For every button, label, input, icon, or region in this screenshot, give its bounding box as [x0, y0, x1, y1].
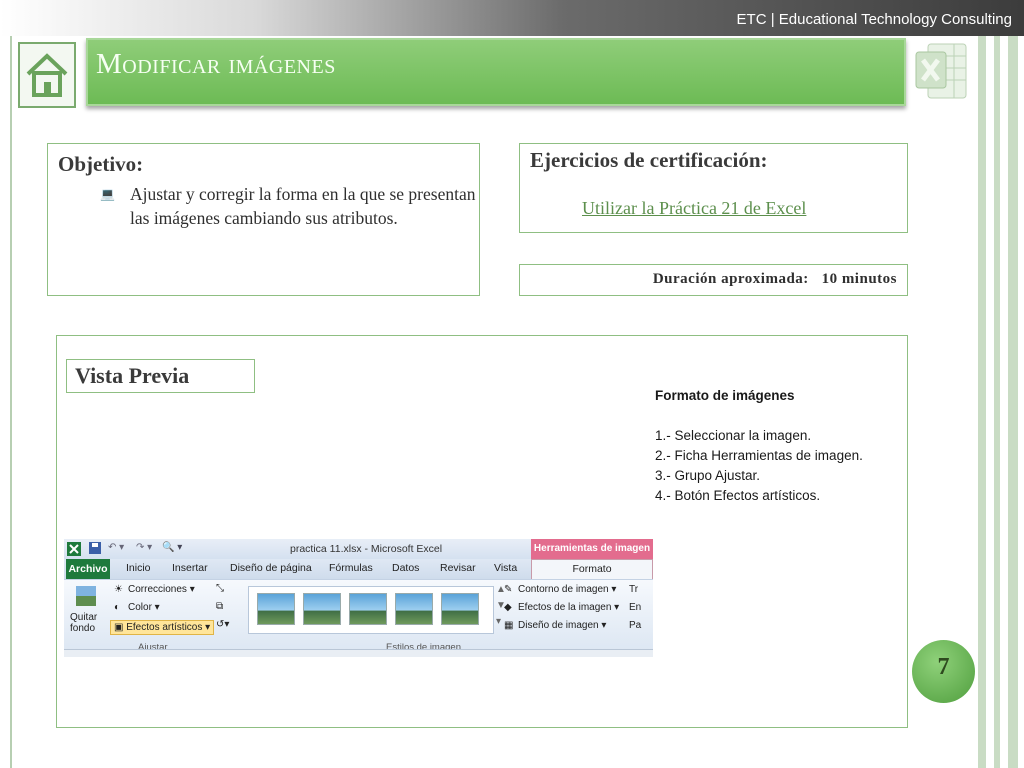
tab-formato[interactable]: Formato	[531, 559, 653, 579]
left-rule	[10, 36, 12, 768]
duration-value: 10 minutos	[821, 271, 897, 287]
picture-layout-button[interactable]: Diseño de imagen ▾	[518, 620, 606, 631]
redo-icon[interactable]: ↷ ▾	[136, 542, 152, 553]
save-icon[interactable]	[89, 542, 101, 554]
step-item: 1.- Seleccionar la imagen.	[655, 428, 812, 443]
steps-heading: Formato de imágenes	[655, 388, 795, 403]
compress-icon[interactable]: ⤡	[216, 583, 224, 594]
step-item: 2.- Ficha Herramientas de imagen.	[655, 448, 863, 463]
picture-tools-label: Herramientas de imagen	[531, 539, 653, 559]
arrange-item[interactable]: Tr	[629, 584, 638, 595]
artistic-effects-icon: ▣	[114, 622, 127, 633]
exercises-heading: Ejercicios de certificación:	[530, 148, 768, 172]
style-thumbnail[interactable]	[257, 593, 295, 625]
tab-formulas[interactable]: Fórmulas	[329, 562, 373, 574]
remove-background-button[interactable]: Quitar fondo	[70, 612, 102, 634]
undo-icon[interactable]: ↶ ▾	[108, 542, 124, 553]
right-strip	[978, 36, 986, 768]
picture-effects-icon: ◆	[504, 602, 512, 613]
picture-effects-button[interactable]: Efectos de la imagen ▾	[518, 602, 619, 613]
tab-diseno-pagina[interactable]: Diseño de página	[230, 562, 312, 574]
tab-vista[interactable]: Vista	[494, 562, 517, 574]
picture-styles-gallery[interactable]	[248, 586, 494, 634]
excel-ribbon-screenshot: ↶ ▾ ↷ ▾ 🔍 ▾ practica 11.xlsx - Microsoft…	[64, 539, 653, 657]
print-preview-icon[interactable]: 🔍 ▾	[162, 542, 182, 553]
exercises-box: Ejercicios de certificación: Utilizar la…	[519, 143, 908, 233]
duration-text: Duración aproximada: 10 minutos	[653, 271, 897, 288]
preview-title: Vista Previa	[66, 359, 255, 393]
right-strip	[1008, 36, 1018, 768]
steps-panel: Formato de imágenes 1.- Seleccionar la i…	[655, 386, 900, 506]
remove-background-icon[interactable]	[74, 584, 98, 608]
page-number-badge: 7	[912, 640, 975, 703]
style-thumbnail[interactable]	[395, 593, 433, 625]
style-thumbnail[interactable]	[303, 593, 341, 625]
excel-logo-icon	[915, 43, 967, 99]
style-thumbnail[interactable]	[441, 593, 479, 625]
objective-heading: Objetivo:	[58, 152, 144, 176]
tab-datos[interactable]: Datos	[392, 562, 419, 574]
gallery-more-icon[interactable]: ▾	[496, 616, 501, 627]
home-button[interactable]	[18, 42, 76, 108]
artistic-effects-label: Efectos artísticos ▾	[126, 622, 211, 633]
tab-inicio[interactable]: Inicio	[126, 562, 151, 574]
ribbon-body: Quitar fondo ☀ Correcciones ▾ ◐ Color ▾ …	[64, 579, 653, 653]
step-item: 4.- Botón Efectos artísticos.	[655, 488, 821, 503]
objective-box: Objetivo: 💻 Ajustar y corregir la forma …	[47, 143, 480, 296]
window-title: practica 11.xlsx - Microsoft Excel	[290, 543, 443, 555]
top-banner: ETC | Educational Technology Consulting	[0, 0, 1024, 36]
corrections-button[interactable]: Correcciones ▾	[128, 584, 195, 595]
step-item: 3.- Grupo Ajustar.	[655, 468, 761, 483]
duration-label: Duración aproximada:	[652, 271, 809, 287]
arrange-item[interactable]: Pa	[629, 620, 641, 631]
tab-insertar[interactable]: Insertar	[172, 562, 208, 574]
change-picture-icon[interactable]: ⧉	[216, 601, 223, 612]
home-icon	[26, 53, 68, 97]
reset-picture-icon[interactable]: ↺▾	[216, 619, 229, 630]
tab-revisar[interactable]: Revisar	[440, 562, 476, 574]
page-number: 7	[937, 654, 950, 680]
style-thumbnail[interactable]	[349, 593, 387, 625]
sun-icon: ☀	[114, 584, 123, 595]
artistic-effects-button[interactable]: ▣ Efectos artísticos ▾	[110, 620, 215, 635]
palette-icon: ◐	[114, 602, 121, 613]
exercise-link[interactable]: Utilizar la Práctica 21 de Excel	[582, 198, 806, 219]
objective-text: Ajustar y corregir la forma en la que se…	[130, 184, 476, 228]
slide-title: Modificar imágenes	[96, 48, 336, 80]
color-button[interactable]: Color ▾	[128, 602, 160, 613]
ribbon-footer	[64, 649, 653, 657]
computer-bullet-icon: 💻	[100, 187, 115, 201]
title-band: Modificar imágenes	[86, 38, 906, 106]
excel-app-icon	[67, 542, 81, 556]
picture-border-button[interactable]: Contorno de imagen ▾	[518, 584, 616, 595]
arrange-item[interactable]: En	[629, 602, 641, 613]
duration-box: Duración aproximada: 10 minutos	[519, 264, 908, 296]
tab-archivo[interactable]: Archivo	[66, 559, 110, 579]
picture-border-icon: ✎	[504, 584, 513, 595]
brand-text: ETC | Educational Technology Consulting	[736, 11, 1012, 28]
picture-layout-icon: ▦	[504, 620, 514, 631]
right-strip	[994, 36, 1000, 768]
